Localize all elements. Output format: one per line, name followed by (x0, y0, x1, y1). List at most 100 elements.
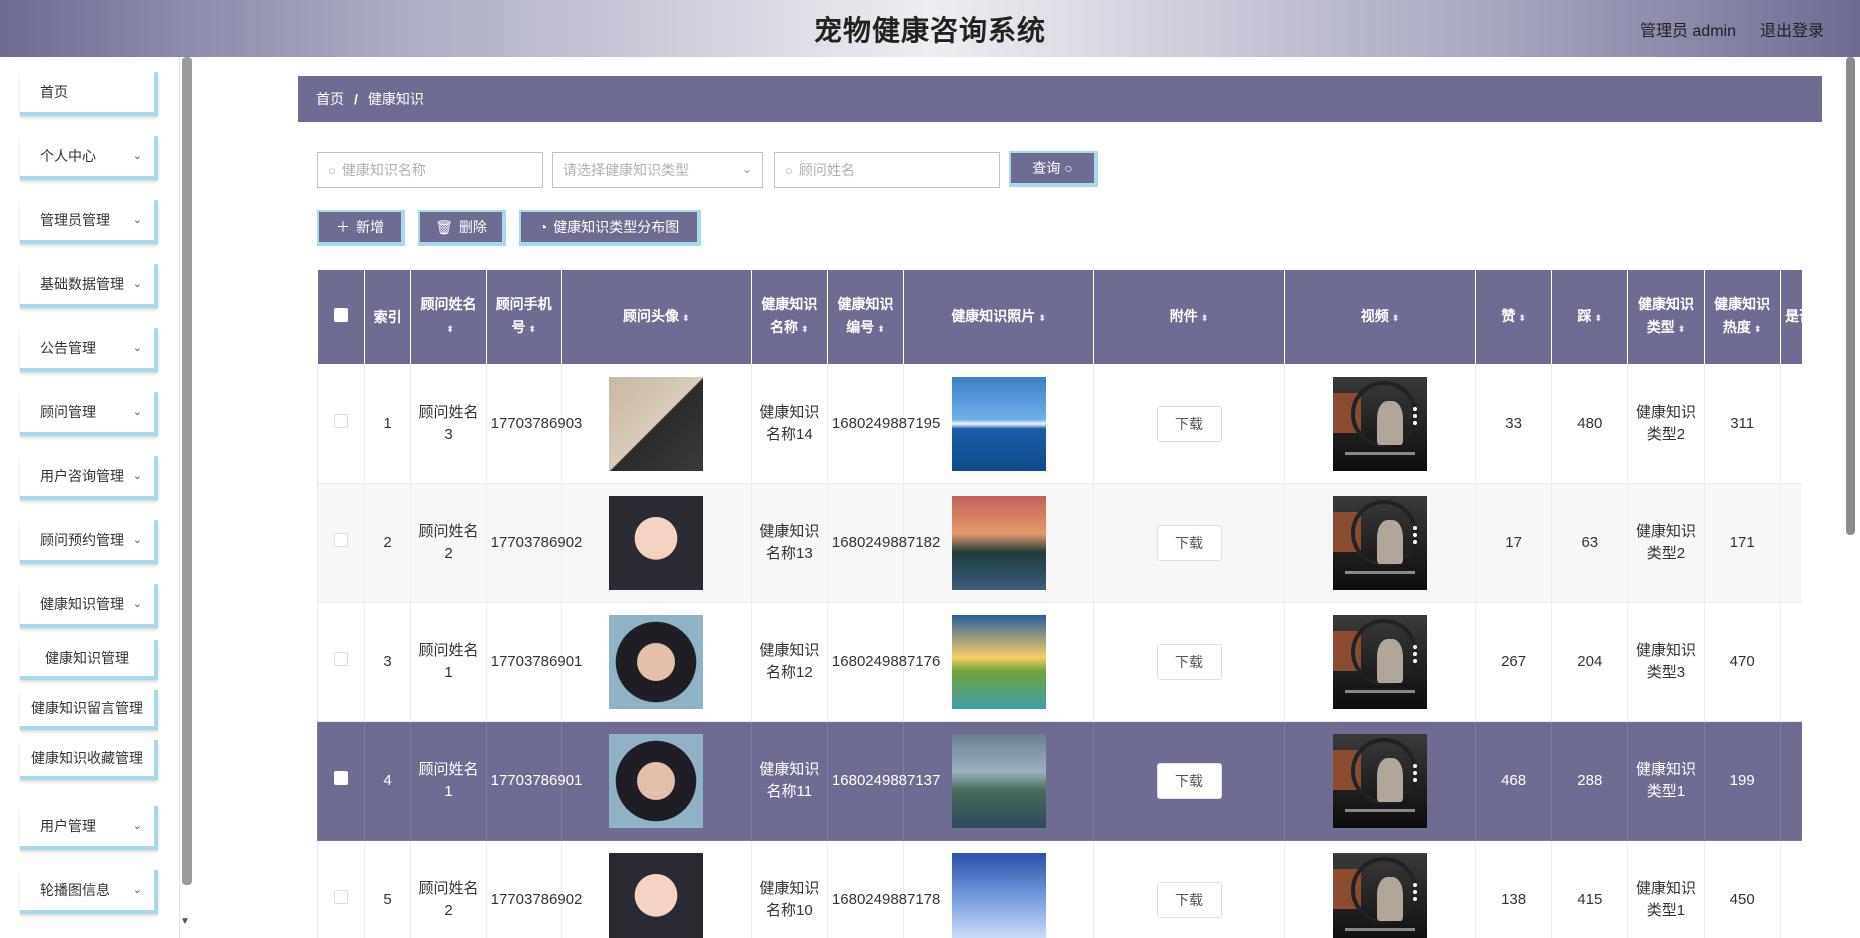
row-checkbox[interactable] (333, 890, 348, 904)
sidebar-item-9[interactable]: 用户管理 ⌄ (20, 806, 158, 850)
download-button[interactable]: 下载 (1156, 882, 1222, 918)
table-row[interactable]: 4 顾问姓名1 17703786901 健康知识名称11 1680249887137 下载… (317, 721, 1802, 841)
knowledge-name-search-input[interactable]: ○ 健康知识名称 (317, 152, 543, 188)
sort-icon[interactable]: ⬍ (1392, 313, 1400, 323)
column-header-9[interactable]: 赞 ⬍ (1474, 269, 1553, 365)
knowledge-photo-image[interactable] (951, 853, 1046, 938)
download-button[interactable]: 下载 (1156, 525, 1222, 561)
consultant-name-placeholder: 顾问姓名 (798, 162, 855, 178)
sidebar-item-7[interactable]: 顾问预约管理 ⌄ (20, 520, 158, 564)
delete-button[interactable]: 🗑 删除 (418, 210, 506, 246)
video-player[interactable] (1333, 496, 1428, 590)
column-header-1[interactable]: 顾问姓名 ⬍ (410, 269, 487, 365)
knowledge-photo-image[interactable] (951, 734, 1046, 828)
more-options-icon[interactable] (1413, 526, 1418, 544)
type-distribution-chart-button[interactable]: ◔ 健康知识类型分布图 (519, 210, 701, 246)
video-progress-bar[interactable] (1345, 452, 1416, 455)
column-header-7[interactable]: 附件 ⬍ (1093, 269, 1286, 365)
sort-icon[interactable]: ⬍ (682, 313, 690, 323)
video-player[interactable] (1333, 377, 1428, 471)
sidebar-item-2[interactable]: 管理员管理 ⌄ (20, 200, 158, 244)
search-icon: ○ (328, 162, 336, 178)
table-row[interactable]: 2 顾问姓名2 17703786902 健康知识名称13 1680249887182 下载… (317, 483, 1802, 603)
video-figure (1377, 520, 1404, 564)
sort-icon[interactable]: ⬍ (1678, 324, 1686, 334)
knowledge-type-select[interactable]: 请选择健康知识类型 ⌄ (552, 152, 763, 188)
cell-status: 上架 (1779, 483, 1802, 603)
row-checkbox[interactable] (333, 652, 348, 666)
knowledge-photo-image[interactable] (951, 496, 1046, 590)
column-header-0[interactable]: 索引 (363, 269, 412, 365)
download-button[interactable]: 下载 (1156, 763, 1222, 799)
knowledge-photo-image[interactable] (951, 377, 1046, 471)
column-header-8[interactable]: 视频 ⬍ (1284, 269, 1476, 365)
avatar-image[interactable] (609, 496, 704, 590)
sidebar-item-8[interactable]: 健康知识管理 ⌄ (20, 584, 158, 628)
main-scrollbar[interactable] (1846, 57, 1855, 535)
sidebar-subitem-0[interactable]: 健康知识管理 (20, 640, 158, 680)
table-row[interactable]: 1 顾问姓名3 17703786903 健康知识名称14 1680249887195 下载… (317, 364, 1802, 484)
sort-icon[interactable]: ⬍ (801, 324, 809, 334)
column-header-4[interactable]: 健康知识名称 ⬍ (750, 269, 828, 365)
consultant-name-search-input[interactable]: ○ 顾问姓名 (774, 152, 1000, 188)
sidebar-scrollbar[interactable] (182, 57, 192, 885)
sidebar-item-6[interactable]: 用户咨询管理 ⌄ (20, 456, 158, 500)
row-checkbox[interactable] (333, 533, 348, 547)
sort-icon[interactable]: ⬍ (1038, 313, 1046, 323)
more-options-icon[interactable] (1413, 764, 1418, 782)
knowledge-photo-image[interactable] (951, 615, 1046, 709)
column-header-10[interactable]: 踩 ⬍ (1551, 269, 1629, 365)
video-progress-bar[interactable] (1345, 690, 1416, 693)
cell-knowledge-number-text: 1680249887137 (831, 772, 941, 789)
select-all-checkbox[interactable] (333, 307, 348, 322)
more-options-icon[interactable] (1413, 883, 1418, 901)
sort-icon[interactable]: ⬍ (528, 324, 536, 334)
column-header-6[interactable]: 健康知识照片 ⬍ (903, 269, 1095, 365)
scroll-down-arrow-icon[interactable]: ▼ (180, 916, 190, 927)
sidebar-item-3[interactable]: 基础数据管理 ⌄ (20, 264, 158, 308)
video-progress-bar[interactable] (1345, 809, 1416, 812)
sidebar-item-4[interactable]: 公告管理 ⌄ (20, 328, 158, 372)
row-checkbox[interactable] (333, 414, 348, 428)
logout-link[interactable]: 退出登录 (1760, 17, 1824, 41)
sidebar-item-0[interactable]: 首页 (20, 72, 158, 116)
download-button[interactable]: 下载 (1156, 406, 1222, 442)
video-player[interactable] (1333, 853, 1428, 938)
column-header-2[interactable]: 顾问手机号 ⬍ (485, 269, 562, 365)
avatar-image[interactable] (609, 377, 704, 471)
sort-icon[interactable]: ⬍ (877, 324, 885, 334)
sidebar-subitem-2[interactable]: 健康知识收藏管理 (20, 740, 158, 780)
video-progress-bar[interactable] (1345, 928, 1416, 931)
sidebar-item-1[interactable]: 个人中心 ⌄ (20, 136, 158, 180)
sidebar-item-5[interactable]: 顾问管理 ⌄ (20, 392, 158, 436)
cell-heat-text: 311 (1730, 415, 1755, 432)
column-header-5[interactable]: 健康知识编号 ⬍ (826, 269, 905, 365)
add-button[interactable]: ＋ 新增 (317, 210, 405, 246)
sort-icon[interactable]: ⬍ (1201, 313, 1209, 323)
download-button[interactable]: 下载 (1156, 644, 1222, 680)
column-header-12[interactable]: 健康知识热度 ⬍ (1703, 269, 1781, 365)
table-row[interactable]: 5 顾问姓名2 17703786902 健康知识名称10 1680249887178 下载… (317, 840, 1802, 938)
more-options-icon[interactable] (1413, 645, 1418, 663)
column-header-3[interactable]: 顾问头像 ⬍ (560, 269, 752, 365)
table-row[interactable]: 3 顾问姓名1 17703786901 健康知识名称12 1680249887176 下载… (317, 602, 1802, 722)
avatar-image[interactable] (609, 615, 704, 709)
column-header-11[interactable]: 健康知识类型 ⬍ (1627, 269, 1705, 365)
sort-icon[interactable]: ⬍ (1595, 313, 1603, 323)
sort-icon[interactable]: ⬍ (1754, 324, 1762, 334)
avatar-image[interactable] (609, 734, 704, 828)
avatar-image[interactable] (609, 853, 704, 938)
sidebar-item-10[interactable]: 轮播图信息 ⌄ (20, 870, 158, 914)
video-player[interactable] (1333, 734, 1428, 828)
video-player[interactable] (1333, 615, 1428, 709)
sort-icon[interactable]: ⬍ (446, 324, 454, 334)
chevron-down-icon: ⌄ (132, 406, 142, 418)
breadcrumb-home[interactable]: 首页 (316, 89, 344, 109)
query-button[interactable]: 查询 ○ (1009, 151, 1098, 187)
more-options-icon[interactable] (1413, 407, 1418, 425)
sidebar-subitem-1[interactable]: 健康知识留言管理 (20, 690, 158, 730)
sort-icon[interactable]: ⬍ (1518, 313, 1526, 323)
row-checkbox[interactable] (333, 771, 348, 785)
video-progress-bar[interactable] (1345, 571, 1416, 574)
column-header-13[interactable]: 是否上架⬍ (1779, 269, 1802, 365)
